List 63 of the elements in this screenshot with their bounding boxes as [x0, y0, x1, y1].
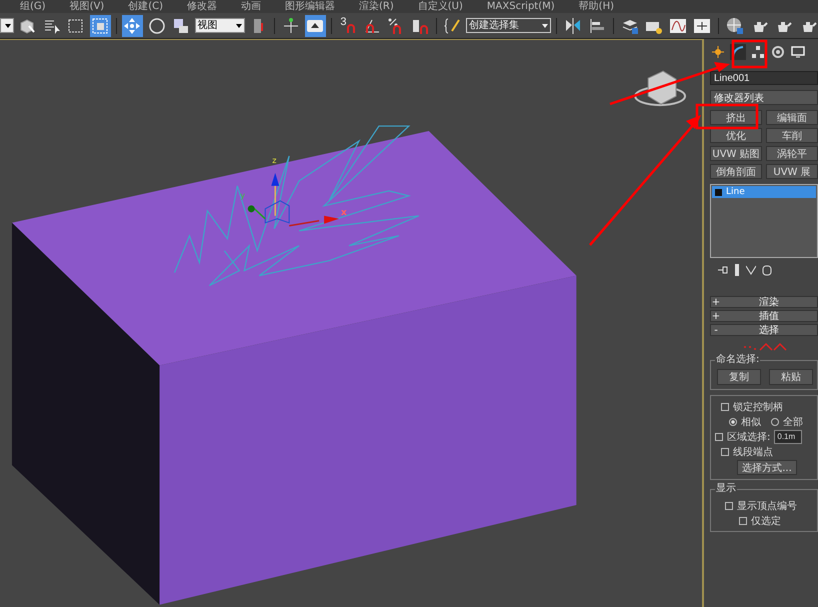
axis-label: y — [240, 190, 246, 200]
checkbox[interactable] — [739, 516, 747, 524]
stack-item[interactable]: Line — [712, 186, 816, 198]
menu-item[interactable]: 组(G) — [20, 0, 46, 13]
checkbox-label: 线段端点 — [733, 446, 773, 458]
menu-item[interactable]: 图形编辑器 — [285, 0, 336, 13]
modifier-button[interactable]: 车削 — [766, 128, 818, 143]
sun-icon[interactable] — [710, 44, 726, 60]
checkbox[interactable] — [715, 432, 723, 440]
modifier-button[interactable]: UVW 贴图 — [710, 146, 762, 161]
named-selection-button[interactable]: 复制 — [717, 369, 761, 385]
magnet-icon — [346, 24, 355, 34]
dropdown[interactable] — [0, 18, 14, 33]
checkbox[interactable] — [725, 502, 733, 510]
threshold-field[interactable]: 0.1m — [774, 430, 802, 444]
monitor-icon[interactable] — [790, 44, 806, 60]
hierarchy-icon[interactable] — [750, 44, 766, 60]
checkbox-label: 区域选择: — [727, 430, 770, 444]
checkbox-label: 显示顶点编号 — [737, 500, 797, 512]
group-title: 显示 — [715, 483, 737, 495]
menu-item[interactable]: 修改器 — [187, 0, 218, 13]
rollout-header[interactable]: + 插值 — [710, 310, 818, 322]
checkbox-label: 仅选定 — [751, 514, 781, 528]
modifier-button[interactable]: 倒角剖面 — [710, 164, 762, 179]
menu-item[interactable]: MAXScript(M) — [486, 0, 555, 13]
modifier-button[interactable]: UVW 展 — [766, 164, 818, 179]
highlight-rectangle — [732, 40, 768, 68]
menu-item[interactable]: 动画 — [241, 0, 262, 13]
selection-set-dropdown[interactable]: 创建选择集 — [466, 18, 552, 33]
modifier-list-dropdown[interactable]: 修改器列表 — [710, 90, 818, 105]
axis-label: x — [341, 208, 347, 218]
checkbox[interactable] — [721, 448, 729, 456]
modifier-button[interactable]: 涡轮平 — [766, 146, 818, 161]
circle-icon[interactable] — [770, 44, 786, 60]
menu-item[interactable]: 视图(V) — [70, 0, 104, 13]
radio-button[interactable] — [771, 418, 779, 426]
window-tool-icon[interactable] — [90, 14, 111, 36]
view-dropdown[interactable]: 视图 — [194, 18, 246, 33]
highlight-rectangle — [696, 104, 758, 130]
menu-item[interactable]: 帮助(H) — [578, 0, 614, 13]
snap-toggle-button[interactable]: 3 — [336, 16, 358, 36]
3d-viewport[interactable]: z y x — [0, 39, 704, 607]
checkbox-label: 锁定控制柄 — [733, 400, 783, 414]
radio-button[interactable] — [729, 418, 737, 426]
menu-item[interactable]: 渲染(R) — [359, 0, 394, 13]
bar-icon[interactable] — [734, 264, 740, 276]
group-title: 命名选择: — [715, 354, 760, 366]
select-by-button[interactable]: 选择方式... — [737, 460, 797, 475]
axis-label: z — [272, 156, 276, 165]
object-name-field[interactable]: Line001 — [710, 71, 818, 85]
radio-label: 相似 — [741, 416, 761, 428]
modifier-button[interactable]: 编辑面 — [766, 110, 818, 125]
menu-item[interactable]: 创建(C) — [128, 0, 164, 13]
rollout-header[interactable]: - 选择 — [710, 324, 818, 336]
modifier-button[interactable]: 挤出 — [710, 110, 762, 125]
move-tool-icon[interactable] — [122, 14, 144, 36]
pin-icon[interactable] — [718, 265, 728, 275]
view-cube-icon[interactable] — [634, 70, 686, 106]
menu-item[interactable]: 自定义(U) — [418, 0, 463, 13]
checkbox[interactable] — [721, 402, 729, 410]
rollout-header[interactable]: + 渲染 — [710, 296, 818, 308]
named-selection-button[interactable]: 粘贴 — [769, 369, 813, 385]
radio-label: 全部 — [783, 416, 803, 428]
